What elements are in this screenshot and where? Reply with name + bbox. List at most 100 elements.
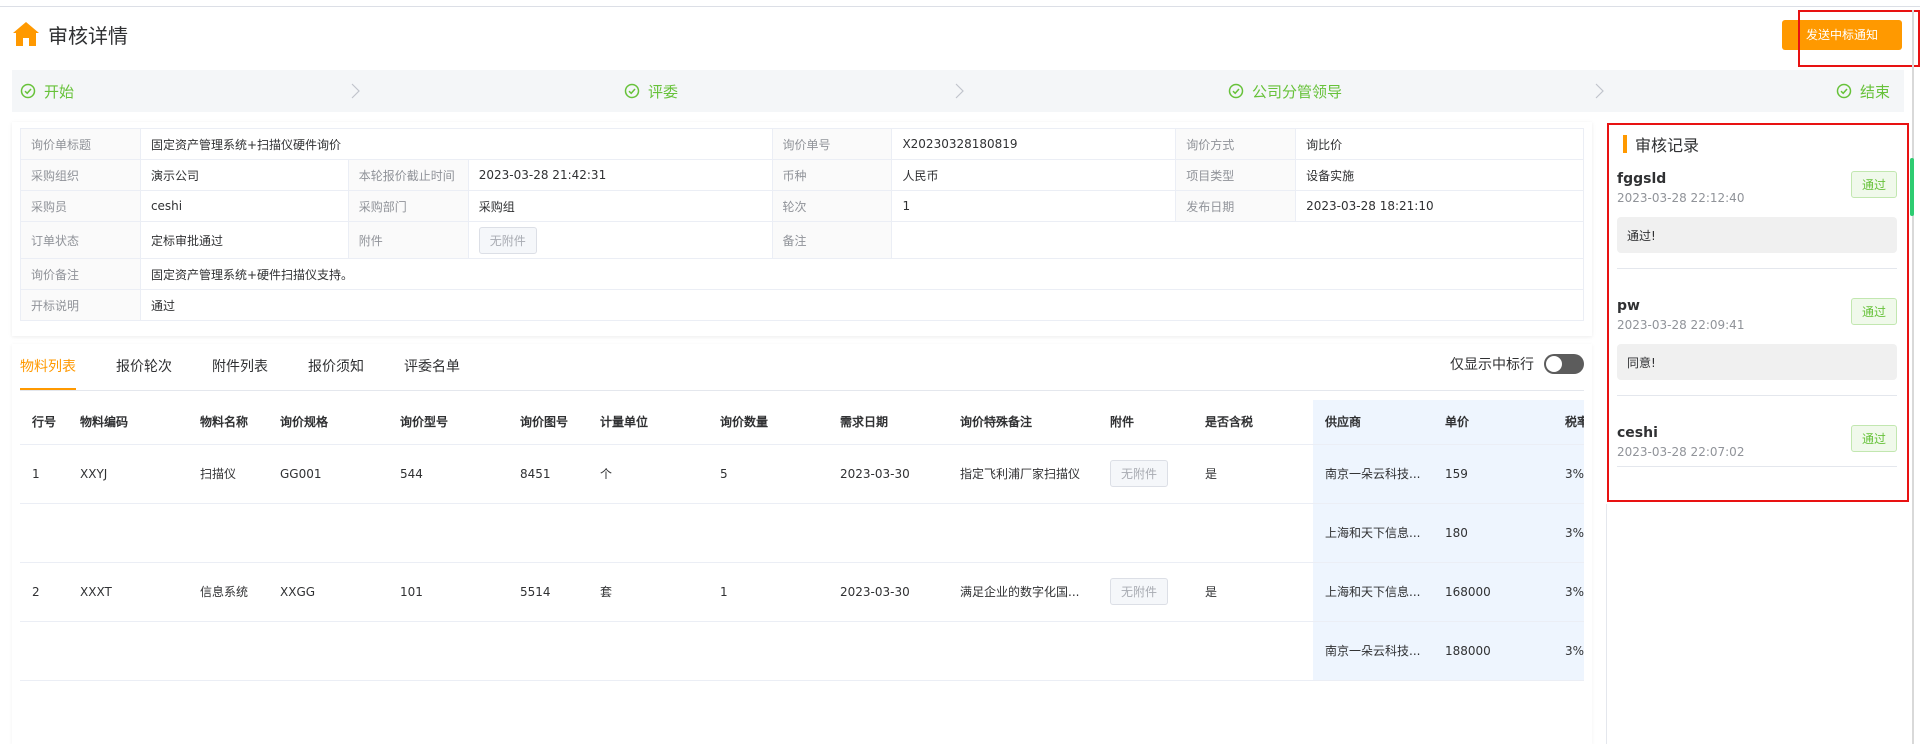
info-label: 轮次 — [771, 190, 893, 222]
cell — [1098, 503, 1193, 563]
audit-scrollbar-thumb[interactable] — [1910, 158, 1914, 216]
cell: 2 — [20, 562, 68, 622]
cell: 1 — [708, 562, 828, 622]
tab-materials[interactable]: 物料列表 — [20, 344, 76, 390]
step-end: 结束 — [1836, 70, 1890, 112]
table-row[interactable]: 2 XXXT 信息系统 XXGG 101 5514 套 1 2023-03-30… — [20, 562, 1584, 622]
tab-attachments[interactable]: 附件列表 — [212, 344, 268, 390]
cell: 159 — [1433, 444, 1553, 504]
cell — [708, 621, 828, 681]
cell — [20, 621, 68, 681]
cell: 2023-03-30 — [828, 562, 948, 622]
tab-quote-notice[interactable]: 报价须知 — [308, 344, 364, 390]
cell — [1193, 621, 1313, 681]
winning-only-filter: 仅显示中标行 — [1450, 354, 1584, 374]
title-accent-bar — [1623, 135, 1627, 153]
info-label: 发布日期 — [1175, 190, 1297, 222]
info-value: 无附件 — [467, 221, 773, 259]
record-divider — [1617, 395, 1897, 396]
chevron-right-icon — [955, 83, 964, 99]
review-comment: 通过! — [1617, 217, 1897, 253]
cell — [828, 621, 948, 681]
cell: XXYJ — [68, 444, 188, 504]
col-header: 行号 — [20, 400, 68, 445]
col-header: 物料编码 — [68, 400, 188, 445]
table-row[interactable]: 1 XXYJ 扫描仪 GG001 544 8451 个 5 2023-03-30… — [20, 444, 1584, 504]
chevron-right-icon — [351, 83, 360, 99]
info-value: 人民币 — [891, 159, 1177, 191]
cell: 南京一朵云科技... — [1313, 621, 1433, 681]
audit-record: fggsld 2023-03-28 22:12:40 通过 通过! — [1617, 171, 1897, 253]
materials-table-wrap[interactable]: 行号 物料编码 物料名称 询价规格 询价型号 询价图号 计量单位 询价数量 需求… — [20, 400, 1584, 700]
col-header: 需求日期 — [828, 400, 948, 445]
col-header: 税率 — [1553, 400, 1584, 445]
cell: 是 — [1193, 444, 1313, 504]
check-circle-icon — [624, 83, 640, 99]
info-value: 固定资产管理系统+扫描仪硬件询价 — [139, 128, 773, 160]
cell: 101 — [388, 562, 508, 622]
col-header: 附件 — [1098, 400, 1193, 445]
audit-title-text: 审核记录 — [1635, 136, 1700, 155]
inquiry-info-table: 询价单标题 固定资产管理系统+扫描仪硬件询价 询价单号 X20230328180… — [20, 128, 1585, 321]
info-value: 2023-03-28 18:21:10 — [1295, 190, 1584, 222]
cell: 188000 — [1433, 621, 1553, 681]
cell — [388, 621, 508, 681]
record-divider — [1617, 466, 1897, 467]
tab-quote-rounds[interactable]: 报价轮次 — [116, 344, 172, 390]
info-value: 定标审批通过 — [139, 221, 349, 259]
cell: 2023-03-30 — [828, 444, 948, 504]
no-attachment-button[interactable]: 无附件 — [478, 226, 537, 254]
info-label: 采购组织 — [20, 159, 141, 191]
info-label: 币种 — [771, 159, 893, 191]
cell: 无附件 — [1098, 444, 1193, 504]
cell — [508, 621, 588, 681]
info-label: 询价备注 — [20, 258, 141, 290]
col-header: 单价 — [1433, 400, 1553, 445]
info-value: 询比价 — [1295, 128, 1584, 160]
cell: 上海和天下信息... — [1313, 503, 1433, 563]
tab-judges-list[interactable]: 评委名单 — [404, 344, 460, 390]
cell — [588, 503, 708, 563]
cell: 3% — [1553, 444, 1584, 504]
tab-bar: 物料列表 报价轮次 附件列表 报价须知 评委名单 — [20, 344, 500, 390]
no-attachment-button[interactable]: 无附件 — [1110, 578, 1169, 605]
cell — [68, 621, 188, 681]
check-circle-icon — [1836, 83, 1852, 99]
page-scrollbar-edge — [1912, 10, 1914, 744]
side-divider — [1606, 504, 1607, 744]
tabs-divider — [20, 390, 1584, 391]
audit-record-panel: 审核记录 fggsld 2023-03-28 22:12:40 通过 通过! p… — [1607, 123, 1909, 502]
info-value: X20230328180819 — [891, 128, 1177, 160]
cell: 168000 — [1433, 562, 1553, 622]
cell — [948, 621, 1098, 681]
info-value: 固定资产管理系统+硬件扫描仪支持。 — [139, 258, 1585, 290]
info-label: 询价方式 — [1175, 128, 1297, 160]
info-value — [891, 221, 1584, 259]
cell — [388, 503, 508, 563]
record-divider — [1617, 268, 1897, 269]
cell — [68, 503, 188, 563]
step-label: 评委 — [648, 82, 679, 101]
step-label: 公司分管领导 — [1252, 82, 1343, 101]
cell — [188, 503, 268, 563]
winning-only-toggle[interactable] — [1544, 354, 1584, 374]
table-row[interactable]: 南京一朵云科技... 188000 3% — [20, 621, 1584, 681]
toggle-label: 仅显示中标行 — [1450, 357, 1534, 373]
info-label: 项目类型 — [1175, 159, 1297, 191]
top-divider — [0, 6, 1920, 7]
col-header: 询价图号 — [508, 400, 588, 445]
highlight-frame-send — [1798, 10, 1920, 67]
info-label: 询价单号 — [771, 128, 893, 160]
page-title: 审核详情 — [48, 23, 128, 48]
audit-record: ceshi 2023-03-28 22:07:02 通过 — [1617, 425, 1897, 459]
info-value: 设备实施 — [1295, 159, 1584, 191]
no-attachment-button[interactable]: 无附件 — [1110, 460, 1169, 487]
check-circle-icon — [1228, 83, 1244, 99]
step-label: 开始 — [44, 82, 75, 101]
info-label: 订单状态 — [20, 221, 141, 259]
cell: 8451 — [508, 444, 588, 504]
cell: GG001 — [268, 444, 388, 504]
table-row[interactable]: 上海和天下信息... 180 3% — [20, 503, 1584, 563]
col-header: 物料名称 — [188, 400, 268, 445]
materials-table: 行号 物料编码 物料名称 询价规格 询价型号 询价图号 计量单位 询价数量 需求… — [20, 400, 1584, 681]
